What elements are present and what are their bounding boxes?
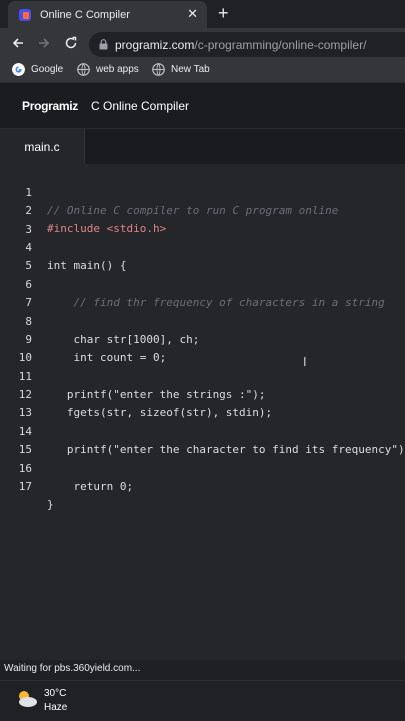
address-bar[interactable]: programiz.com/c-programming/online-compi… bbox=[89, 32, 405, 57]
file-tab-label: main.c bbox=[24, 139, 60, 154]
code-line: 13 bbox=[0, 386, 405, 419]
globe-icon bbox=[152, 63, 165, 76]
code-line: 16 return 0; bbox=[0, 442, 405, 493]
code-line: 2 #include <stdio.h> bbox=[0, 184, 405, 235]
bookmark-label: New Tab bbox=[171, 64, 210, 75]
code-text: } bbox=[47, 498, 54, 511]
forward-button[interactable] bbox=[33, 32, 55, 54]
code-editor[interactable]: 1 // Online C compiler to run C program … bbox=[0, 164, 405, 660]
back-button[interactable] bbox=[7, 32, 29, 54]
page-title: C Online Compiler bbox=[90, 98, 190, 113]
code-line: 3 bbox=[0, 203, 405, 236]
bookmark-new-tab[interactable]: New Tab bbox=[152, 63, 210, 76]
code-line: 12 fgets(str, sizeof(str), stdin); bbox=[0, 368, 405, 419]
code-text: return 0; bbox=[47, 480, 134, 493]
arrow-right-icon bbox=[39, 38, 50, 48]
code-line: 6 // find thr frequency of characters in… bbox=[0, 258, 405, 309]
status-text: Waiting for pbs.360yield.com... bbox=[4, 663, 141, 674]
code-line: 17 } bbox=[0, 460, 405, 511]
browser-tab-bar: Online C Compiler ✕ + bbox=[0, 0, 405, 28]
bookmark-label: Google bbox=[31, 64, 64, 75]
browser-tab[interactable]: Online C Compiler ✕ bbox=[8, 1, 207, 28]
status-bar: Waiting for pbs.360yield.com... bbox=[0, 660, 405, 680]
url-host: programiz.com bbox=[115, 37, 195, 52]
code-line: 7 bbox=[0, 276, 405, 309]
reload-button[interactable] bbox=[60, 32, 82, 54]
temperature: 30°C bbox=[44, 688, 67, 699]
bookmark-label: web apps bbox=[96, 64, 139, 75]
bookmark-google[interactable]: Google bbox=[12, 63, 63, 76]
code-line: 8 char str[1000], ch; bbox=[0, 295, 405, 346]
taskbar: 30°C Haze bbox=[0, 680, 405, 721]
bookmark-web-apps[interactable]: web apps bbox=[77, 63, 139, 76]
code-line: 9 int count = 0; bbox=[0, 313, 405, 364]
close-tab-icon[interactable]: ✕ bbox=[187, 6, 198, 22]
globe-icon bbox=[77, 63, 90, 76]
new-tab-plus-icon[interactable]: + bbox=[218, 3, 229, 23]
tab-title: Online C Compiler bbox=[40, 8, 130, 21]
google-icon bbox=[12, 63, 25, 76]
line-number: 17 bbox=[18, 480, 32, 493]
programiz-favicon-icon bbox=[19, 8, 31, 21]
arrow-left-icon bbox=[12, 38, 23, 48]
code-line: 11 printf("enter the strings :"); bbox=[0, 350, 405, 401]
lock-icon bbox=[99, 39, 108, 50]
weather-condition: Haze bbox=[44, 702, 68, 713]
programiz-logo[interactable]: Programiz bbox=[22, 99, 78, 113]
browser-toolbar: programiz.com/c-programming/online-compi… bbox=[0, 28, 405, 60]
file-tab-strip: main.c bbox=[0, 129, 405, 164]
reload-icon bbox=[65, 36, 77, 49]
code-line: 5 bbox=[0, 239, 405, 272]
code-line: 15 bbox=[0, 423, 405, 456]
code-line: 10 bbox=[0, 331, 405, 364]
code-line: 14 printf("enter the character to find i… bbox=[0, 405, 405, 456]
url-text: programiz.com/c-programming/online-compi… bbox=[115, 38, 366, 52]
url-path: /c-programming/online-compiler/ bbox=[194, 37, 367, 52]
bookmarks-bar: Google web apps New Tab bbox=[0, 60, 405, 83]
file-tab-main[interactable]: main.c bbox=[0, 129, 85, 164]
code-line: 4 int main() { bbox=[0, 221, 405, 272]
code-line: 1 // Online C compiler to run C program … bbox=[0, 166, 405, 217]
weather-haze-icon[interactable] bbox=[15, 689, 39, 709]
text-cursor-icon: I bbox=[303, 354, 307, 369]
site-header: Programiz C Online Compiler bbox=[0, 83, 405, 129]
